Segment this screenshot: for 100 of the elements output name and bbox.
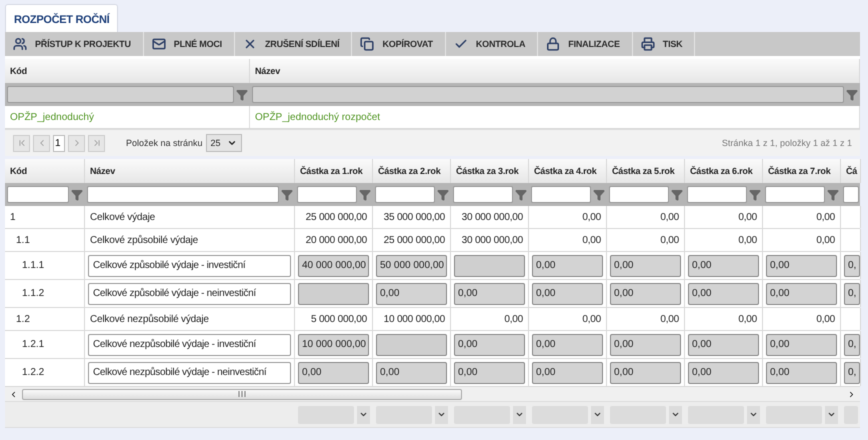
amount-field[interactable]: 0,	[844, 334, 860, 356]
amount-text: 25 000 000,00	[384, 234, 445, 246]
first-page-icon	[16, 138, 26, 148]
dropdown-caret-icon[interactable]	[357, 406, 370, 424]
dropdown-caret-icon[interactable]	[513, 406, 526, 424]
filter-field[interactable]	[7, 186, 69, 203]
filter-field[interactable]	[687, 186, 747, 203]
amount-field[interactable]: 0,00	[376, 362, 447, 384]
amount-field[interactable]	[376, 334, 447, 356]
filter-icon[interactable]	[749, 188, 761, 200]
dropdown-caret-icon[interactable]	[435, 406, 448, 424]
amount-field[interactable]: 0,00	[610, 334, 681, 356]
filter-field[interactable]	[87, 186, 279, 203]
amount-field[interactable]	[298, 282, 369, 304]
dropdown-caret-icon[interactable]	[747, 406, 760, 424]
amount-field[interactable]: 40 000 000,00	[298, 254, 369, 276]
amount-text: 0,00	[504, 314, 523, 324]
amount-field[interactable]: 0,	[844, 362, 860, 384]
amount-text: 0,00	[582, 212, 601, 222]
amount-field[interactable]: 0,	[844, 282, 860, 304]
filter-field[interactable]	[375, 186, 435, 203]
amount-field[interactable]: 0,00	[766, 282, 837, 304]
filter-field[interactable]	[843, 186, 859, 203]
scroll-right-icon[interactable]	[847, 390, 856, 398]
name-field[interactable]: Celkové způsobilé výdaje - investiční	[88, 254, 291, 276]
amount-field[interactable]: 0,00	[766, 334, 837, 356]
amount-field[interactable]: 0,	[844, 254, 860, 276]
amount-field[interactable]	[454, 254, 525, 276]
page-size-select[interactable]: 25	[206, 134, 242, 152]
scroll-thumb[interactable]	[22, 388, 462, 400]
previous-page-button[interactable]	[33, 134, 50, 152]
name-field[interactable]: Celkové nezpůsobilé výdaje - neinvestiční	[88, 362, 291, 384]
filter-icon[interactable]	[437, 188, 449, 200]
filter-field[interactable]	[252, 86, 844, 103]
code-text: 1.2.1	[21, 339, 44, 350]
filter-icon[interactable]	[359, 188, 371, 200]
amount-field[interactable]: 0,00	[454, 282, 525, 304]
name-field[interactable]: Celkové nezpůsobilé výdaje - investiční	[88, 334, 291, 356]
filter-field[interactable]	[531, 186, 591, 203]
next-page-button[interactable]	[68, 134, 85, 152]
filter-icon[interactable]	[827, 188, 839, 200]
amount-field[interactable]: 0,00	[454, 334, 525, 356]
amount-field[interactable]: 0,00	[610, 362, 681, 384]
code-text: 1	[10, 212, 16, 222]
filter-icon[interactable]	[846, 88, 858, 100]
filter-field[interactable]	[765, 186, 825, 203]
amount-field[interactable]: 0,00	[610, 254, 681, 276]
amount-field[interactable]: 0,00	[454, 362, 525, 384]
amount-field[interactable]: 0,00	[688, 334, 759, 356]
amount-text: 25 000 000,00	[306, 212, 367, 222]
page-number-field[interactable]: 1	[53, 134, 65, 152]
tab[interactable]: ROZPOČET ROČNÍ	[5, 4, 118, 32]
first-page-button[interactable]	[13, 134, 30, 152]
amount-field[interactable]: 0,00	[298, 362, 369, 384]
amount-field[interactable]: 0,00	[688, 362, 759, 384]
amount-text: 0,00	[660, 234, 679, 246]
filter-field[interactable]	[453, 186, 513, 203]
filter-field[interactable]	[7, 86, 234, 103]
last-page-button[interactable]	[88, 134, 105, 152]
code-text: 1.1.2	[21, 288, 44, 299]
amount-field[interactable]: 10 000 000,00	[298, 334, 369, 356]
amount-field[interactable]: 0,00	[688, 282, 759, 304]
scroll-left-icon[interactable]	[9, 390, 18, 398]
amount-field[interactable]: 0,00	[766, 362, 837, 384]
name-text: Celkové způsobilé výdaje	[90, 234, 198, 246]
amount-field[interactable]: 0,00	[610, 282, 681, 304]
filter-field[interactable]	[609, 186, 669, 203]
filter-icon[interactable]	[236, 88, 248, 100]
copy-icon	[360, 37, 374, 51]
filter-icon[interactable]	[515, 188, 527, 200]
amount-field[interactable]: 0,00	[376, 282, 447, 304]
amount-field[interactable]: 0,00	[688, 254, 759, 276]
page-size-label: Položek na stránku	[126, 138, 203, 148]
amount-text: 0,00	[738, 314, 757, 324]
amount-text: 0,00	[660, 314, 679, 324]
filter-icon[interactable]	[281, 188, 293, 200]
envelope-icon	[152, 37, 166, 51]
amount-field[interactable]: 0,00	[766, 254, 837, 276]
amount-field[interactable]: 0,00	[532, 254, 603, 276]
amount-text: 0,00	[738, 212, 757, 222]
horizontal-scrollbar[interactable]	[5, 387, 860, 402]
code-text: 1.1	[15, 234, 30, 246]
people-icon	[13, 37, 27, 51]
dropdown-caret-icon[interactable]	[669, 406, 682, 424]
amount-text: 10 000 000,00	[384, 314, 445, 324]
amount-field[interactable]: 0,00	[532, 282, 603, 304]
last-page-icon	[92, 138, 102, 148]
amount-field[interactable]: 0,00	[532, 362, 603, 384]
amount-field[interactable]: 50 000 000,00	[376, 254, 447, 276]
amount-field[interactable]: 0,00	[532, 334, 603, 356]
filter-icon[interactable]	[593, 188, 605, 200]
name-field[interactable]: Celkové způsobilé výdaje - neinvestiční	[88, 282, 291, 304]
grip-icon	[238, 391, 246, 397]
dropdown-caret-icon[interactable]	[825, 406, 838, 424]
filter-field[interactable]	[297, 186, 357, 203]
amount-text: 0,00	[738, 234, 757, 246]
filter-icon[interactable]	[71, 188, 83, 200]
dropdown-caret-icon[interactable]	[591, 406, 604, 424]
print-icon	[640, 37, 655, 51]
filter-icon[interactable]	[671, 188, 683, 200]
